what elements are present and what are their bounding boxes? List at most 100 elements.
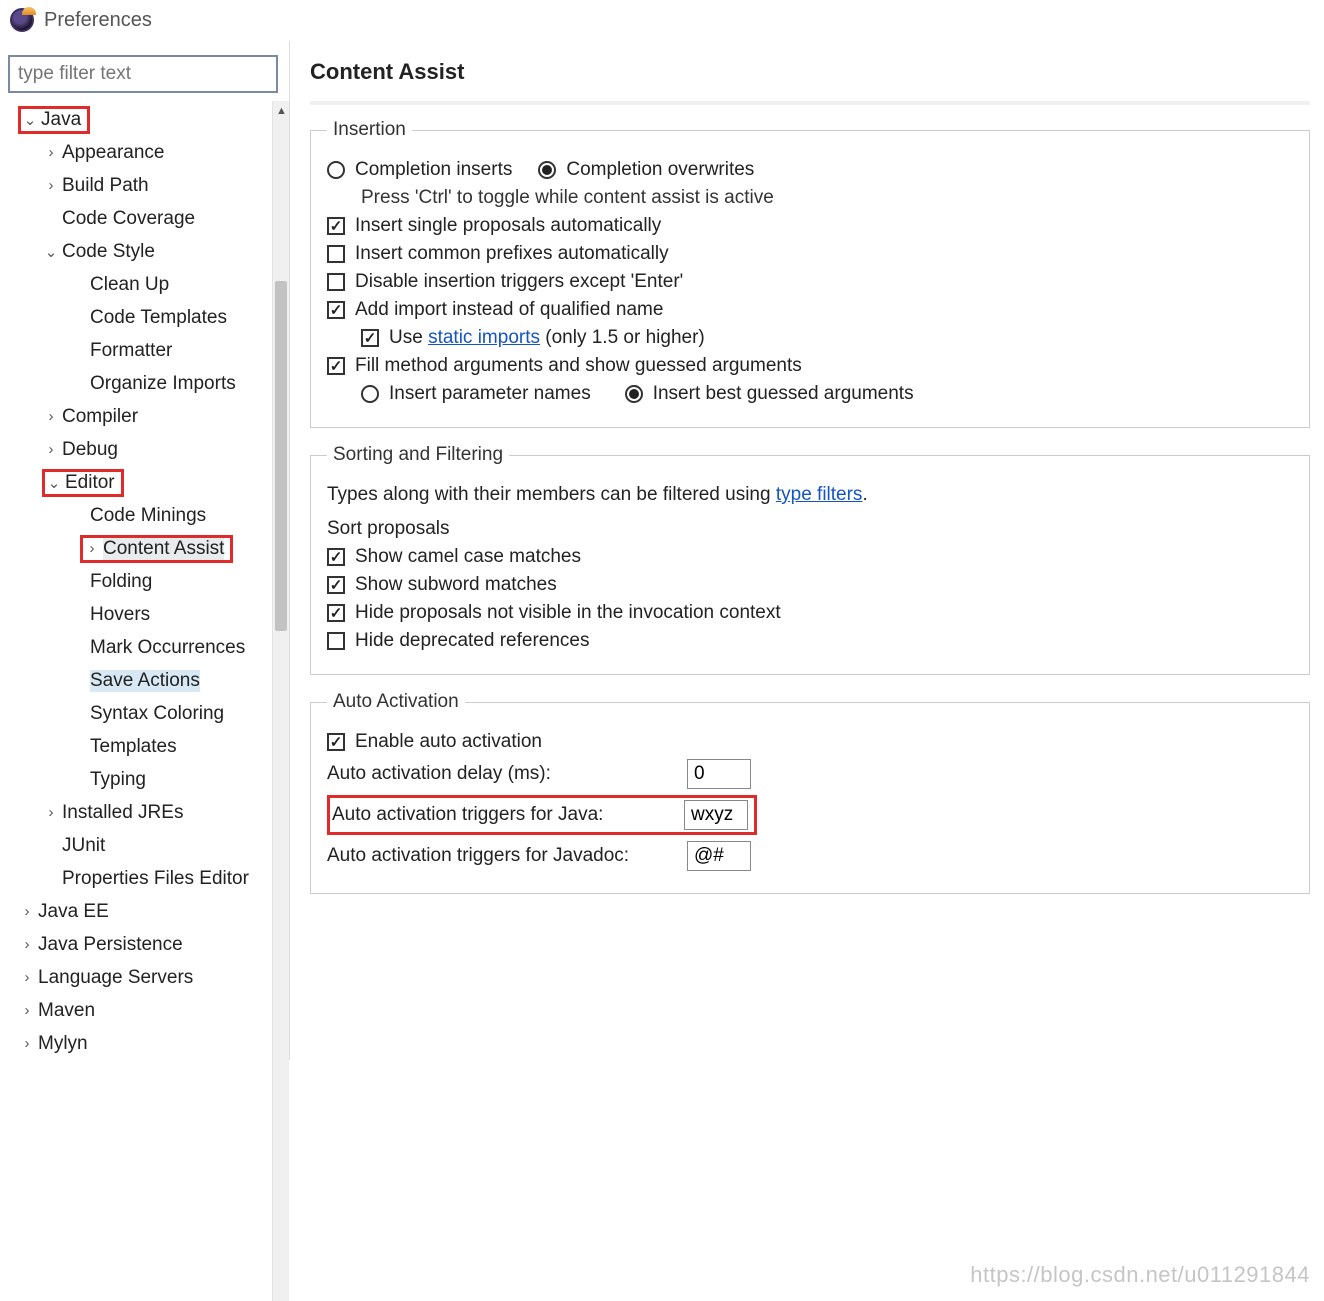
page-title: Content Assist [310, 59, 1310, 105]
tree-item-hovers[interactable]: Hovers [0, 598, 289, 631]
tree-item-editor[interactable]: ⌄Editor [0, 466, 289, 499]
tree-item-code-templates[interactable]: Code Templates [0, 301, 289, 334]
chevron-right-icon[interactable]: › [42, 804, 60, 821]
tree-item-organize-imports[interactable]: Organize Imports [0, 367, 289, 400]
tree-item-appearance[interactable]: ›Appearance [0, 136, 289, 169]
delay-input[interactable] [687, 759, 751, 789]
cb-camel-case[interactable] [327, 548, 345, 566]
tree-item-label: Hovers [90, 604, 150, 626]
chevron-down-icon[interactable]: ⌄ [45, 474, 63, 492]
type-filters-text: Types along with their members can be fi… [327, 484, 868, 506]
cb-subword[interactable] [327, 576, 345, 594]
java-triggers-input[interactable] [684, 800, 748, 830]
tree-item-code-coverage[interactable]: Code Coverage [0, 202, 289, 235]
chevron-right-icon[interactable]: › [42, 177, 60, 194]
chevron-down-icon[interactable]: ⌄ [21, 111, 39, 129]
chevron-right-icon[interactable]: › [18, 903, 36, 920]
tree-item-java-ee[interactable]: ›Java EE [0, 895, 289, 928]
tree-item-label: Appearance [62, 142, 164, 164]
cb-insert-single-label: Insert single proposals automatically [355, 215, 661, 237]
chevron-right-icon[interactable]: › [18, 1002, 36, 1019]
link-static-imports[interactable]: static imports [428, 327, 540, 348]
tree-item-label: Java EE [38, 901, 109, 923]
cb-static-imports-label: Use static imports (only 1.5 or higher) [389, 327, 705, 349]
scroll-up-icon[interactable]: ▲ [276, 105, 287, 117]
tree-item-mylyn[interactable]: ›Mylyn [0, 1027, 289, 1060]
tree-item-debug[interactable]: ›Debug [0, 433, 289, 466]
tree-item-installed-jres[interactable]: ›Installed JREs [0, 796, 289, 829]
cb-insert-common[interactable] [327, 245, 345, 263]
tree-item-label: Content Assist [103, 538, 224, 560]
tree-item-code-minings[interactable]: Code Minings [0, 499, 289, 532]
tree-item-templates[interactable]: Templates [0, 730, 289, 763]
radio-completion-inserts-label: Completion inserts [355, 159, 512, 181]
tree-item-label: Mylyn [38, 1033, 88, 1055]
cb-subword-label: Show subword matches [355, 574, 557, 596]
tree-item-compiler[interactable]: ›Compiler [0, 400, 289, 433]
tree-item-maven[interactable]: ›Maven [0, 994, 289, 1027]
radio-best-guessed[interactable] [625, 385, 643, 403]
chevron-right-icon[interactable]: › [83, 540, 101, 557]
tree-item-properties-files-editor[interactable]: Properties Files Editor [0, 862, 289, 895]
cb-disable-triggers[interactable] [327, 273, 345, 291]
tree-item-java[interactable]: ⌄Java [0, 103, 289, 136]
tree-item-label: Language Servers [38, 967, 193, 989]
main-layout: ⌄Java›Appearance›Build PathCode Coverage… [0, 40, 1324, 1060]
chevron-right-icon[interactable]: › [18, 936, 36, 953]
cb-insert-common-label: Insert common prefixes automatically [355, 243, 669, 265]
tree-item-junit[interactable]: JUnit [0, 829, 289, 862]
tree-item-formatter[interactable]: Formatter [0, 334, 289, 367]
insertion-legend: Insertion [327, 119, 412, 141]
tree-item-java-persistence[interactable]: ›Java Persistence [0, 928, 289, 961]
tree-item-label: Code Minings [90, 505, 206, 527]
cb-enable-auto[interactable] [327, 733, 345, 751]
preference-tree: ⌄Java›Appearance›Build PathCode Coverage… [0, 103, 289, 1060]
radio-completion-overwrites[interactable] [538, 161, 556, 179]
chevron-right-icon[interactable]: › [42, 144, 60, 161]
javadoc-triggers-input[interactable] [687, 841, 751, 871]
tree-item-label: Save Actions [90, 670, 200, 692]
cb-static-imports[interactable] [361, 329, 379, 347]
tree-item-build-path[interactable]: ›Build Path [0, 169, 289, 202]
cb-hide-proposals[interactable] [327, 604, 345, 622]
chevron-right-icon[interactable]: › [18, 1035, 36, 1052]
cb-hide-proposals-label: Hide proposals not visible in the invoca… [355, 602, 781, 624]
cb-fill-arguments[interactable] [327, 357, 345, 375]
tree-item-code-style[interactable]: ⌄Code Style [0, 235, 289, 268]
window-title: Preferences [44, 9, 152, 32]
scrollbar-thumb[interactable] [275, 281, 287, 631]
chevron-right-icon[interactable]: › [18, 969, 36, 986]
scrollbar[interactable]: ▲ [272, 101, 289, 1301]
tree-item-mark-occurrences[interactable]: Mark Occurrences [0, 631, 289, 664]
chevron-down-icon[interactable]: ⌄ [42, 243, 60, 261]
cb-hide-deprecated[interactable] [327, 632, 345, 650]
tree-item-label: Properties Files Editor [62, 868, 249, 890]
cb-insert-single[interactable] [327, 217, 345, 235]
java-triggers-label: Auto activation triggers for Java: [332, 804, 684, 826]
tree-item-language-servers[interactable]: ›Language Servers [0, 961, 289, 994]
cb-disable-triggers-label: Disable insertion triggers except 'Enter… [355, 271, 683, 293]
tree-item-syntax-coloring[interactable]: Syntax Coloring [0, 697, 289, 730]
sorting-group: Sorting and Filtering Types along with t… [310, 444, 1310, 675]
filter-input[interactable] [8, 55, 278, 93]
chevron-right-icon[interactable]: › [42, 408, 60, 425]
tree-item-label: Compiler [62, 406, 138, 428]
sort-proposals-header: Sort proposals [327, 518, 450, 540]
tree-item-label: Folding [90, 571, 152, 593]
tree-item-typing[interactable]: Typing [0, 763, 289, 796]
tree-item-label: Java Persistence [38, 934, 183, 956]
tree-item-clean-up[interactable]: Clean Up [0, 268, 289, 301]
tree-item-label: Java [41, 109, 81, 131]
link-type-filters[interactable]: type filters [776, 484, 863, 505]
tree-item-save-actions[interactable]: Save Actions [0, 664, 289, 697]
tree-item-folding[interactable]: Folding [0, 565, 289, 598]
radio-param-names[interactable] [361, 385, 379, 403]
chevron-right-icon[interactable]: › [42, 441, 60, 458]
tree-item-label: Maven [38, 1000, 95, 1022]
radio-completion-inserts[interactable] [327, 161, 345, 179]
tree-item-content-assist[interactable]: ›Content Assist [0, 532, 289, 565]
cb-hide-deprecated-label: Hide deprecated references [355, 630, 589, 652]
cb-fill-arguments-label: Fill method arguments and show guessed a… [355, 355, 802, 377]
auto-activation-group: Auto Activation Enable auto activation A… [310, 691, 1310, 894]
cb-add-import[interactable] [327, 301, 345, 319]
